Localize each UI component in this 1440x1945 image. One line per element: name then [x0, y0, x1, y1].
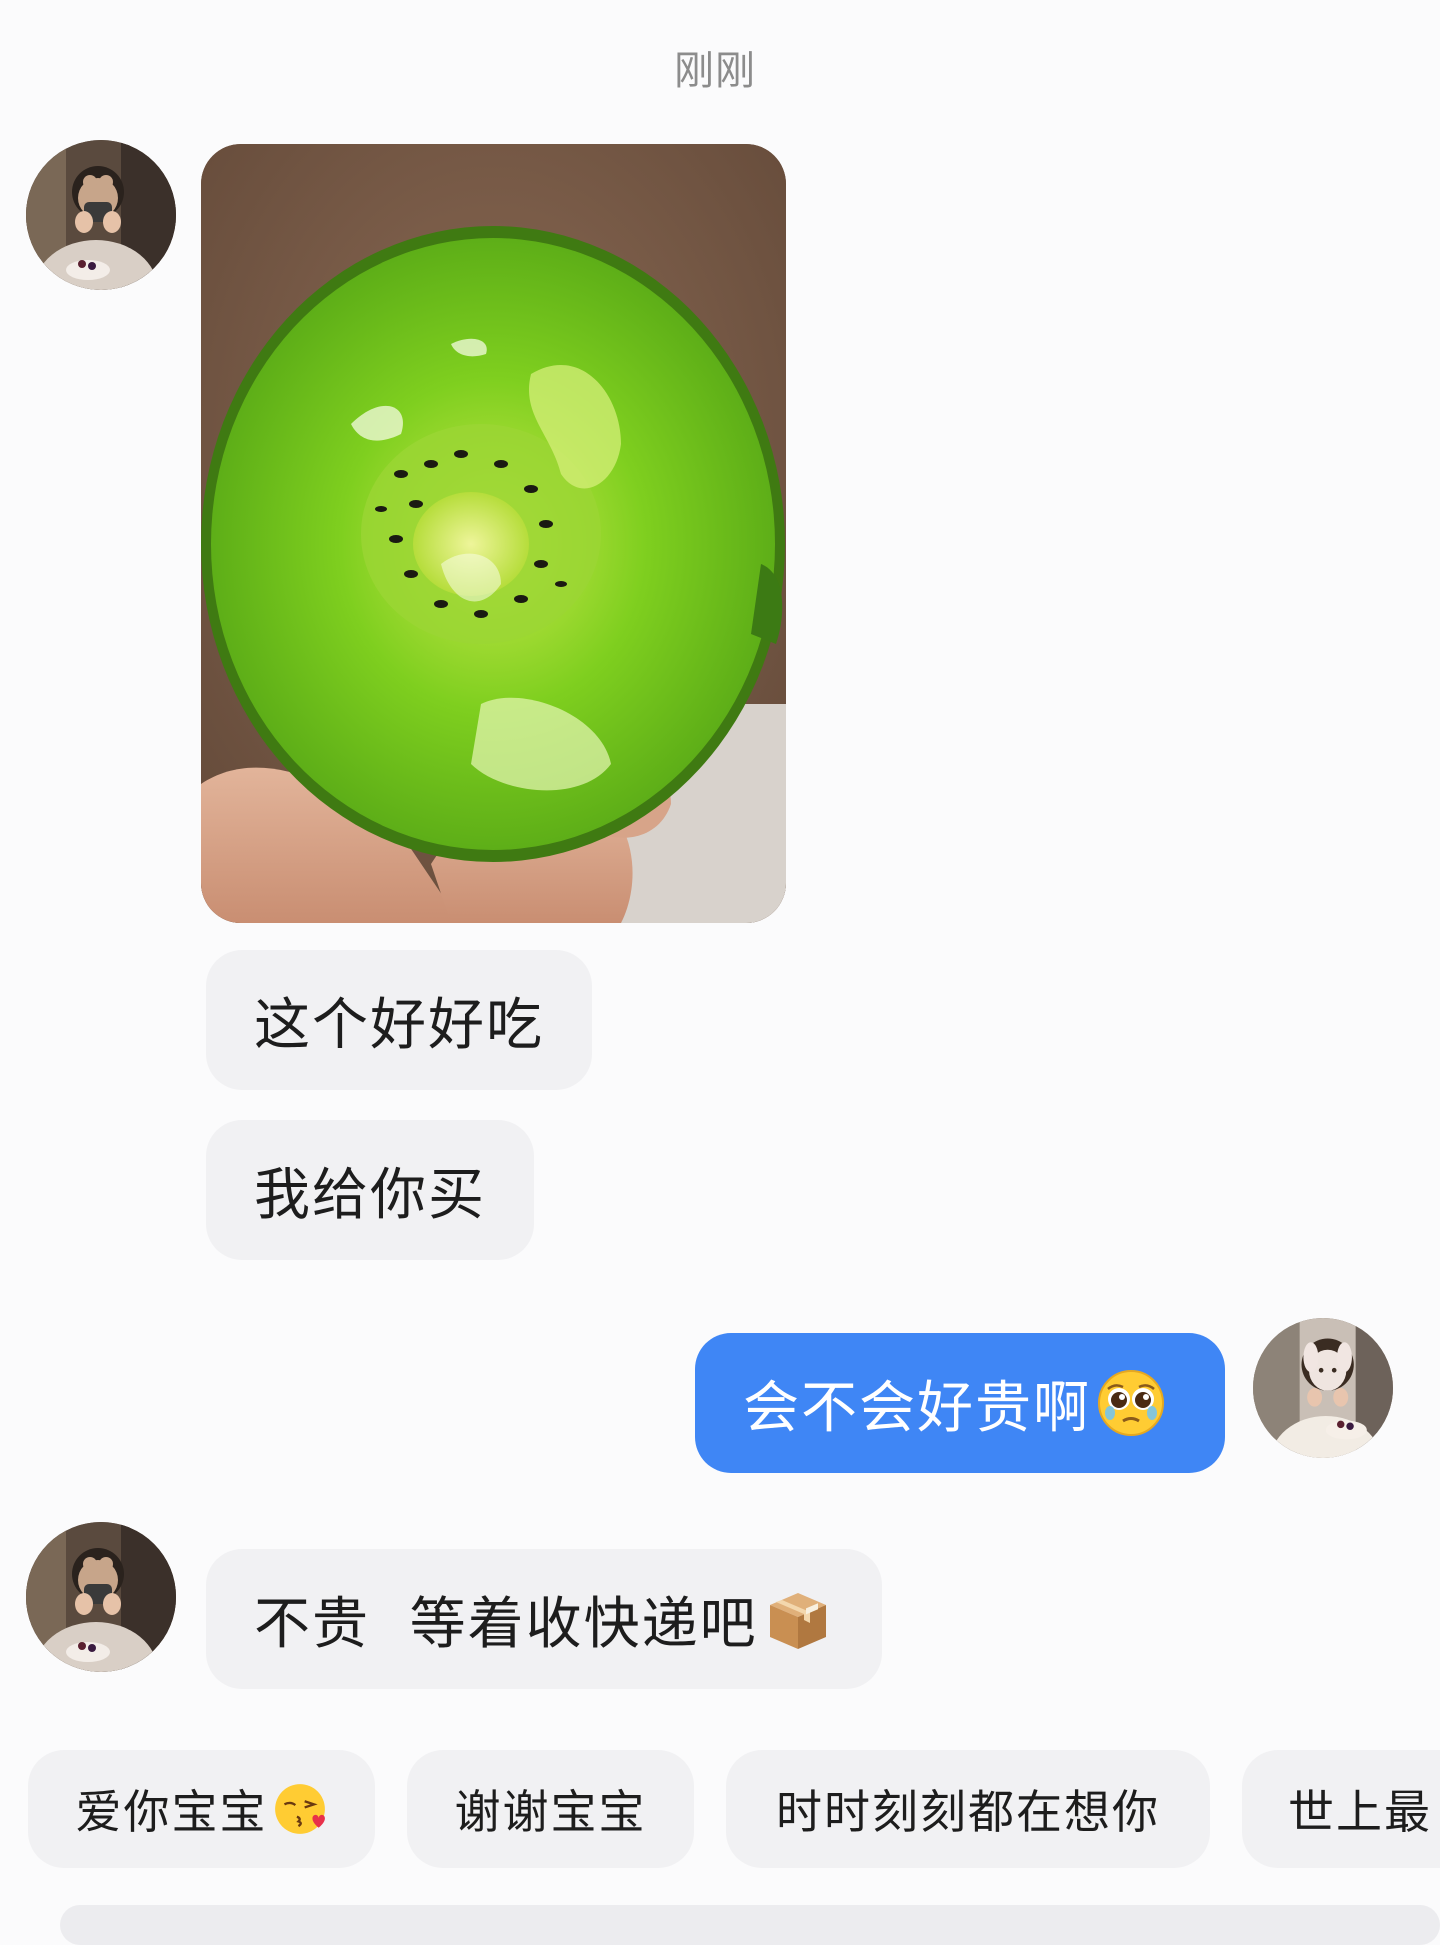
quick-reply-chip[interactable]: 爱你宝宝 — [28, 1750, 375, 1868]
quick-reply-label: 时时刻刻都在想你 — [776, 1785, 1160, 1839]
avatar-photo — [26, 1522, 176, 1672]
kiwi-photo — [201, 144, 786, 923]
message-bubble-incoming[interactable]: 我给你买 — [206, 1120, 534, 1260]
avatar-photo — [26, 140, 176, 290]
shared-photo-kiwi[interactable] — [201, 144, 786, 923]
input-bar-edge — [60, 1905, 1440, 1945]
quick-reply-label: 爱你宝宝 — [75, 1785, 268, 1839]
pleading-face-icon — [1095, 1367, 1167, 1439]
message-bubble-outgoing[interactable]: 会不会好贵啊 — [695, 1333, 1225, 1473]
my-avatar[interactable] — [1253, 1318, 1393, 1458]
message-bubble-incoming[interactable]: 不贵 等着收快递吧 — [206, 1549, 882, 1689]
message-text: 不贵 等着收快递吧 — [254, 1591, 758, 1657]
quick-reply-label: 世上最 — [1288, 1785, 1432, 1839]
quick-reply-chip[interactable]: 谢谢宝宝 — [407, 1750, 694, 1868]
quick-reply-label: 谢谢宝宝 — [454, 1785, 647, 1839]
package-icon — [762, 1583, 834, 1655]
contact-avatar[interactable] — [26, 1522, 176, 1672]
quick-reply-chip[interactable]: 时时刻刻都在想你 — [726, 1750, 1210, 1868]
avatar-photo — [1253, 1318, 1393, 1458]
message-text: 这个好好吃 — [254, 992, 544, 1058]
message-text: 会不会好贵啊 — [743, 1375, 1091, 1441]
contact-avatar[interactable] — [26, 140, 176, 290]
chat-timestamp: 刚刚 — [674, 48, 756, 94]
message-text: 我给你买 — [254, 1162, 486, 1228]
message-bubble-incoming[interactable]: 这个好好吃 — [206, 950, 592, 1090]
kissing-heart-face-icon — [272, 1781, 328, 1837]
quick-reply-chip[interactable]: 世上最 — [1242, 1750, 1440, 1868]
